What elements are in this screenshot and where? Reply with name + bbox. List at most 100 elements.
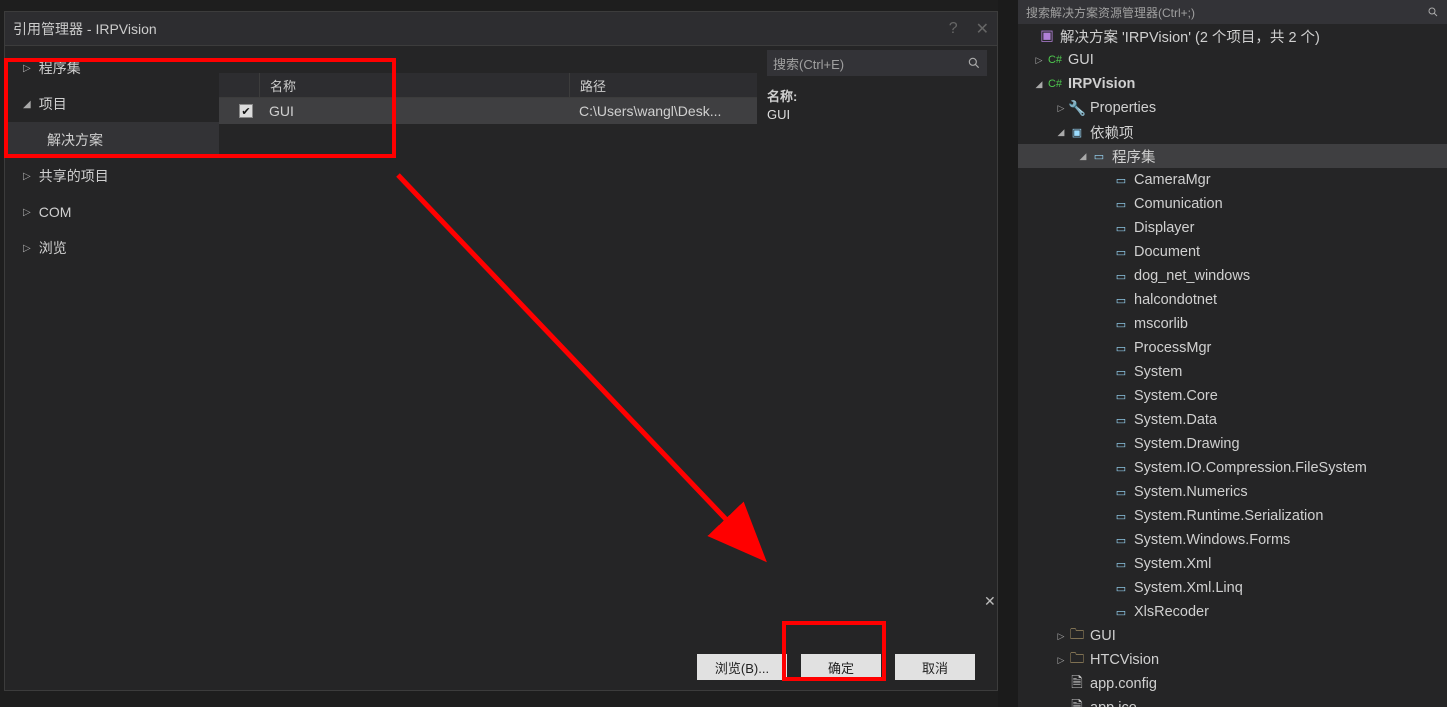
assembly-icon: ▭ <box>1112 484 1130 500</box>
row-checkbox-cell: ✔ <box>219 104 259 118</box>
chevron-down-icon[interactable]: ◢ <box>1054 127 1068 138</box>
tree-asm-item[interactable]: ▭System.IO.Compression.FileSystem <box>1018 456 1447 480</box>
chevron-down-icon[interactable]: ◢ <box>1076 151 1090 162</box>
tree-asm-item[interactable]: ▭System.Xml <box>1018 552 1447 576</box>
titlebar-buttons: ? ✕ <box>949 19 989 39</box>
grid-column: 名称 路径 ✔ GUI C:\Users\wangl\Desk... <box>219 46 757 644</box>
cancel-button[interactable]: 取消 <box>895 654 975 680</box>
chevron-right-icon[interactable]: ▷ <box>1054 655 1068 666</box>
panel-gap <box>998 0 1018 707</box>
nav-shared[interactable]: 共享的项目 <box>5 158 219 194</box>
nav-column: 程序集 项目 解决方案 共享的项目 COM 浏览 <box>5 46 219 644</box>
asm-label: System.IO.Compression.FileSystem <box>1134 460 1367 476</box>
tree-asm-item[interactable]: ▭System <box>1018 360 1447 384</box>
assembly-icon: ▭ <box>1112 196 1130 212</box>
grid-header-path[interactable]: 路径 <box>569 73 757 97</box>
assembly-icon: ▭ <box>1112 508 1130 524</box>
panel-search[interactable]: 搜索解决方案资源管理器(Ctrl+;) <box>1018 0 1447 24</box>
nav-browse[interactable]: 浏览 <box>5 230 219 266</box>
tree-file-appconfig[interactable]: 🗎 app.config <box>1018 672 1447 696</box>
tree-solution-label: 解决方案 'IRPVision' (2 个项目，共 2 个) <box>1060 26 1320 47</box>
asm-label: Comunication <box>1134 196 1223 212</box>
assembly-icon: ▭ <box>1112 460 1130 476</box>
project-icon: C# <box>1046 52 1064 68</box>
dialog-footer: 浏览(B)... 确定 取消 <box>5 644 997 690</box>
tree-folder-gui[interactable]: ▷ 🗀 GUI <box>1018 624 1447 648</box>
project-icon: C# <box>1046 76 1064 92</box>
asm-label: System.Windows.Forms <box>1134 532 1290 548</box>
asm-label: System.Drawing <box>1134 436 1240 452</box>
chevron-right-icon[interactable]: ▷ <box>1054 103 1068 114</box>
tree-assemblies[interactable]: ◢ ▭ 程序集 <box>1018 144 1447 168</box>
asm-label: System.Xml.Linq <box>1134 580 1243 596</box>
tree-asm-item[interactable]: ▭System.Xml.Linq <box>1018 576 1447 600</box>
asm-label: System.Runtime.Serialization <box>1134 508 1323 524</box>
folder-icon: 🗀 <box>1068 652 1086 668</box>
chevron-down-icon[interactable]: ◢ <box>1032 79 1046 90</box>
asm-label: ProcessMgr <box>1134 340 1211 356</box>
tree-deps[interactable]: ◢ ▣ 依赖项 <box>1018 120 1447 144</box>
tree-proj-gui[interactable]: ▷ C# GUI <box>1018 48 1447 72</box>
close-button[interactable]: ✕ <box>976 19 989 39</box>
nav-assemblies[interactable]: 程序集 <box>5 50 219 86</box>
tree-asm-item[interactable]: ▭System.Core <box>1018 384 1447 408</box>
asm-label: mscorlib <box>1134 316 1188 332</box>
row-checkbox[interactable]: ✔ <box>239 104 253 118</box>
nav-solution[interactable]: 解决方案 <box>5 122 219 158</box>
tree-asm-item[interactable]: ▭System.Drawing <box>1018 432 1447 456</box>
details-name-value: GUI <box>767 107 987 122</box>
tree-asm-item[interactable]: ▭Displayer <box>1018 216 1447 240</box>
file-icon: 🗎 <box>1068 700 1086 707</box>
panel-search-placeholder: 搜索解决方案资源管理器(Ctrl+;) <box>1026 4 1195 21</box>
tree-asm-item[interactable]: ▭mscorlib <box>1018 312 1447 336</box>
tree-properties[interactable]: ▷ 🔧 Properties <box>1018 96 1447 120</box>
chevron-right-icon[interactable]: ▷ <box>1054 631 1068 642</box>
tree-asm-item[interactable]: ▭System.Data <box>1018 408 1447 432</box>
ok-button[interactable]: 确定 <box>801 654 881 680</box>
tree-asm-item[interactable]: ▭Comunication <box>1018 192 1447 216</box>
tree-asm-item[interactable]: ▭System.Windows.Forms <box>1018 528 1447 552</box>
dialog-title: 引用管理器 - IRPVision <box>13 19 157 39</box>
assembly-icon: ▭ <box>1112 412 1130 428</box>
tree-asm-item[interactable]: ▭Document <box>1018 240 1447 264</box>
tree-folder-htc[interactable]: ▷ 🗀 HTCVision <box>1018 648 1447 672</box>
panel-body: ▣ 解决方案 'IRPVision' (2 个项目，共 2 个) ▷ C# GU… <box>1018 24 1447 707</box>
dialog-titlebar[interactable]: 引用管理器 - IRPVision ? ✕ <box>5 12 997 46</box>
search-icon <box>1427 6 1439 18</box>
tree-asm-item[interactable]: ▭CameraMgr <box>1018 168 1447 192</box>
asm-label: halcondotnet <box>1134 292 1217 308</box>
grid-header: 名称 路径 <box>219 73 757 98</box>
tree-proj-irp[interactable]: ◢ C# IRPVision <box>1018 72 1447 96</box>
reference-manager-dialog: 引用管理器 - IRPVision ? ✕ 程序集 项目 解决方案 共享的项目 … <box>4 11 998 691</box>
tree-file-appico[interactable]: 🗎 app.ico <box>1018 696 1447 707</box>
tree-solution[interactable]: ▣ 解决方案 'IRPVision' (2 个项目，共 2 个) <box>1018 24 1447 48</box>
tree-asm-item[interactable]: ▭halcondotnet <box>1018 288 1447 312</box>
assembly-icon: ▭ <box>1112 580 1130 596</box>
assembly-icon: ▭ <box>1112 364 1130 380</box>
tree-asm-item[interactable]: ▭System.Numerics <box>1018 480 1447 504</box>
tree-asm-item[interactable]: ▭dog_net_windows <box>1018 264 1447 288</box>
details-column: 搜索(Ctrl+E) 名称: GUI <box>757 46 997 644</box>
tree-asm-item[interactable]: ▭ProcessMgr <box>1018 336 1447 360</box>
grid-header-name[interactable]: 名称 <box>259 73 569 97</box>
assembly-list: ▭CameraMgr▭Comunication▭Displayer▭Docume… <box>1018 168 1447 624</box>
grid-row-gui[interactable]: ✔ GUI C:\Users\wangl\Desk... <box>219 98 757 124</box>
tree-asm-item[interactable]: ▭System.Runtime.Serialization <box>1018 504 1447 528</box>
assembly-icon: ▭ <box>1112 532 1130 548</box>
assembly-icon: ▭ <box>1112 316 1130 332</box>
solution-icon: ▣ <box>1038 28 1056 44</box>
solution-explorer: 搜索解决方案资源管理器(Ctrl+;) ▣ 解决方案 'IRPVision' (… <box>1018 0 1447 707</box>
assembly-icon: ▭ <box>1112 220 1130 236</box>
nav-com[interactable]: COM <box>5 194 219 230</box>
browse-button[interactable]: 浏览(B)... <box>697 654 787 680</box>
assembly-group-icon: ▭ <box>1090 148 1108 164</box>
tree-asm-item[interactable]: ▭XlsRecoder <box>1018 600 1447 624</box>
help-button[interactable]: ? <box>949 20 958 38</box>
dialog-body: 程序集 项目 解决方案 共享的项目 COM 浏览 名称 路径 ✔ GUI C:\… <box>5 46 997 644</box>
grid-header-check[interactable] <box>219 73 259 97</box>
search-input[interactable]: 搜索(Ctrl+E) <box>767 50 987 76</box>
chevron-right-icon[interactable]: ▷ <box>1032 55 1046 66</box>
panel-close-icon[interactable]: ✕ <box>984 593 996 610</box>
nav-projects[interactable]: 项目 <box>5 86 219 122</box>
assembly-icon: ▭ <box>1112 388 1130 404</box>
